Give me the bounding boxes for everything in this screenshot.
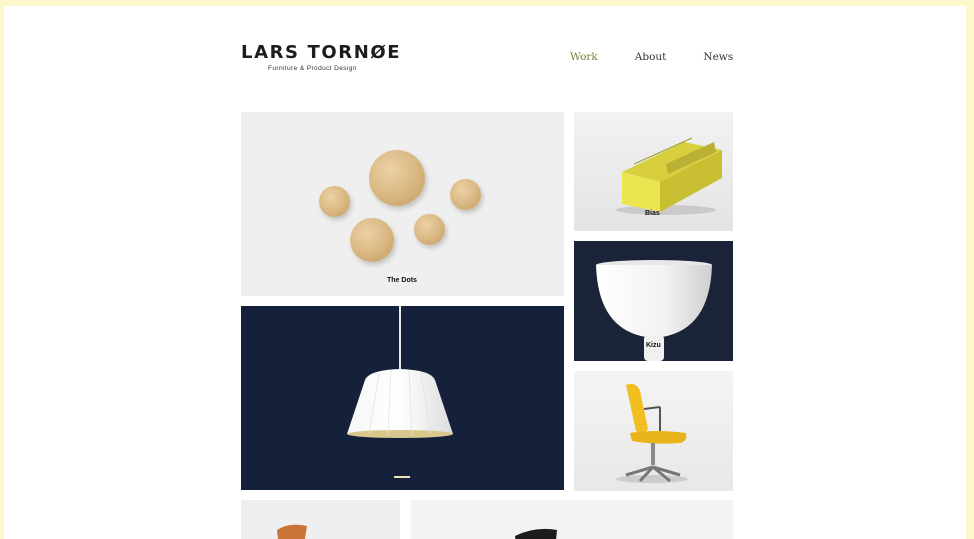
- logo-name: LARS TORNØE: [241, 42, 402, 63]
- chair-image: [616, 383, 688, 483]
- nav-item-work[interactable]: Work: [570, 51, 598, 63]
- project-label: Bias: [645, 210, 660, 217]
- nav-item-news[interactable]: News: [703, 51, 733, 63]
- pendant-lamp-image: [347, 306, 453, 478]
- dot-image: [450, 179, 481, 210]
- project-tile-black-chair[interactable]: [411, 500, 733, 539]
- black-chair-image: [515, 528, 557, 539]
- page-container: LARS TORNØE Furniture & Product Design W…: [4, 6, 966, 539]
- project-tile-the-dots[interactable]: The Dots: [241, 112, 564, 296]
- dot-image: [414, 214, 445, 245]
- nav-item-about[interactable]: About: [635, 51, 667, 63]
- logo-tagline: Furniture & Product Design: [268, 65, 357, 72]
- project-tile-pendant[interactable]: [241, 306, 564, 490]
- dot-image: [319, 186, 350, 217]
- project-tile-chair[interactable]: [574, 371, 733, 491]
- project-tile-bench[interactable]: Bias: [574, 112, 733, 231]
- main-nav: Work About News: [570, 51, 770, 63]
- project-label: Kizu: [646, 342, 661, 349]
- dot-image: [350, 218, 394, 262]
- dot-image: [369, 150, 425, 206]
- project-tile-kizu[interactable]: Kizu: [574, 241, 733, 361]
- site-logo[interactable]: LARS TORNØE Furniture & Product Design: [241, 42, 402, 73]
- project-label: The Dots: [387, 277, 417, 284]
- project-tile-wood-chair[interactable]: [241, 500, 400, 539]
- wood-chair-image: [277, 524, 307, 539]
